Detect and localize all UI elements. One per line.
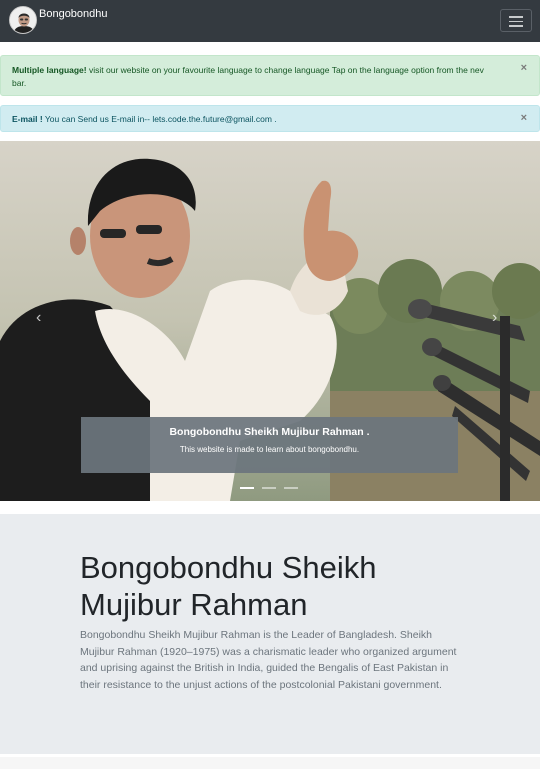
carousel-caption-text: This website is made to learn about bong… bbox=[179, 445, 360, 454]
intro-jumbotron: Bongobondhu Sheikh Mujibur Rahman Bongob… bbox=[0, 514, 540, 754]
email-alert: E-mail ! You can Send us E-mail in-- let… bbox=[0, 105, 540, 132]
brand-logo[interactable] bbox=[9, 6, 37, 34]
hero-carousel[interactable]: ‹ › Bongobondhu Sheikh Mujibur Rahman . … bbox=[0, 141, 540, 501]
language-alert: Multiple language! visit our website on … bbox=[0, 55, 540, 96]
page-title: Bongobondhu Sheikh Mujibur Rahman bbox=[80, 550, 377, 622]
navbar: Bongobondhu bbox=[0, 0, 540, 42]
close-icon[interactable]: × bbox=[521, 62, 527, 75]
carousel-next-icon[interactable]: › bbox=[492, 309, 497, 327]
intro-paragraph: Bongobondhu Sheikh Mujibur Rahman is the… bbox=[80, 629, 457, 691]
email-alert-text: You can Send us E-mail in-- lets.code.th… bbox=[42, 114, 277, 124]
language-alert-heading: Multiple language! bbox=[12, 65, 87, 75]
email-alert-heading: E-mail ! bbox=[12, 114, 43, 124]
carousel-indicators bbox=[240, 487, 302, 490]
carousel-indicator[interactable] bbox=[262, 487, 276, 489]
carousel-prev-icon[interactable]: ‹ bbox=[36, 309, 41, 327]
carousel-caption: Bongobondhu Sheikh Mujibur Rahman . This… bbox=[81, 417, 458, 473]
close-icon[interactable]: × bbox=[521, 112, 527, 125]
carousel-indicator[interactable] bbox=[284, 487, 298, 489]
carousel-indicator[interactable] bbox=[240, 487, 254, 489]
page-footer-edge bbox=[0, 757, 540, 769]
carousel-caption-title: Bongobondhu Sheikh Mujibur Rahman . bbox=[169, 426, 370, 438]
navbar-toggler-button[interactable] bbox=[500, 9, 532, 32]
brand-name[interactable]: Bongobondhu bbox=[39, 8, 108, 20]
